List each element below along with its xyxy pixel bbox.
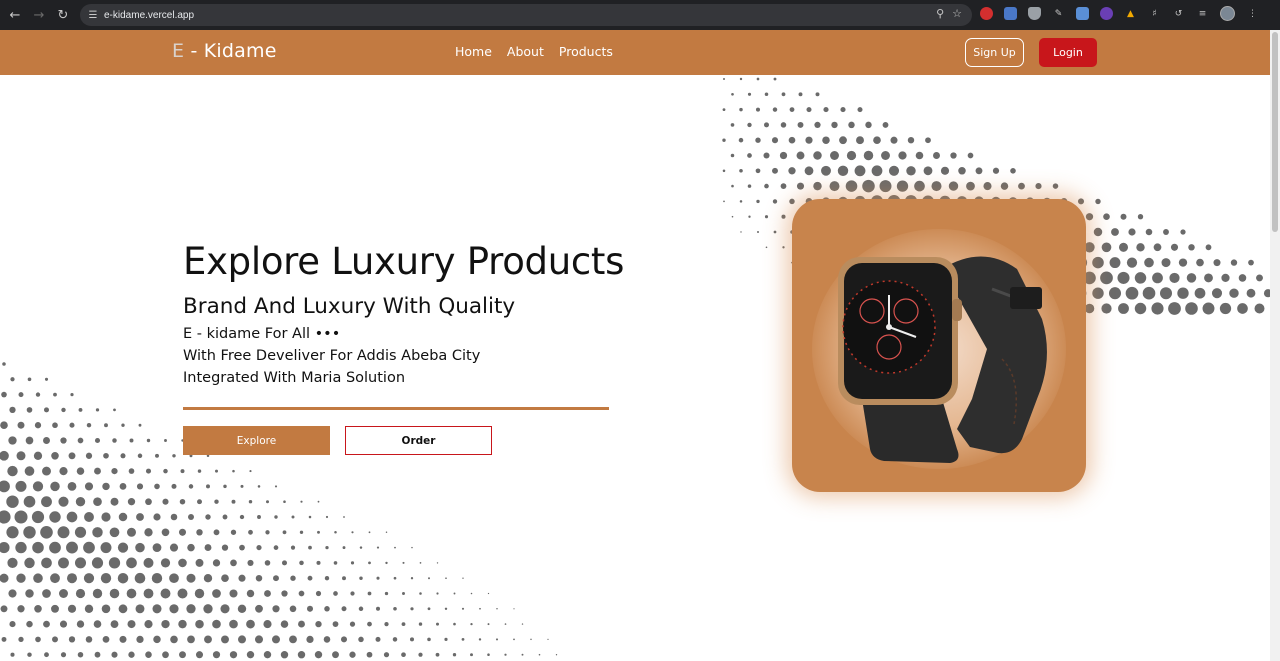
- extension-badge-icon[interactable]: [1100, 7, 1113, 20]
- main-menu: Home About Products: [455, 44, 613, 59]
- site-settings-icon[interactable]: ☰: [86, 8, 100, 22]
- browser-toolbar: ← → ↻ ☰ e-kidame.vercel.app ⚲ ☆ ✎ ▲ ♯ ↺ …: [0, 0, 1280, 30]
- zoom-icon[interactable]: ⚲: [936, 7, 944, 20]
- nav-about-link[interactable]: About: [507, 44, 544, 59]
- site-logo[interactable]: E - Kidame: [172, 40, 277, 62]
- reading-list-icon[interactable]: ≡: [1196, 7, 1209, 20]
- signup-button[interactable]: Sign Up: [965, 38, 1024, 67]
- extensions-tray: ✎ ▲ ♯ ↺ ≡ ⋮: [980, 6, 1259, 21]
- smartwatch-icon: [838, 256, 1047, 463]
- hero-subtitle: Brand And Luxury With Quality: [183, 294, 516, 319]
- extensions-puzzle-icon[interactable]: ♯: [1148, 7, 1161, 20]
- nav-products-link[interactable]: Products: [559, 44, 613, 59]
- extension-warning-icon[interactable]: ▲: [1124, 7, 1137, 20]
- hero-integration-text: Integrated With Maria Solution: [183, 370, 406, 386]
- extension-red-icon[interactable]: [980, 7, 993, 20]
- hero-tagline: E - kidame For All •••: [183, 326, 341, 342]
- page-scrollbar[interactable]: [1270, 30, 1280, 661]
- profile-avatar[interactable]: [1220, 6, 1235, 21]
- extension-image-icon[interactable]: [1076, 7, 1089, 20]
- bookmark-star-icon[interactable]: ☆: [952, 7, 962, 20]
- extension-pen-icon[interactable]: ✎: [1052, 7, 1065, 20]
- hero-title: Explore Luxury Products: [183, 240, 625, 283]
- browser-menu-icon[interactable]: ⋮: [1246, 7, 1259, 20]
- url-text: e-kidame.vercel.app: [104, 9, 195, 21]
- back-icon[interactable]: ←: [3, 3, 27, 27]
- scrollbar-thumb[interactable]: [1272, 32, 1278, 232]
- reload-icon[interactable]: ↻: [51, 3, 75, 27]
- login-button[interactable]: Login: [1039, 38, 1097, 67]
- address-bar[interactable]: ☰ e-kidame.vercel.app ⚲ ☆: [80, 4, 972, 26]
- extension-doc-icon[interactable]: [1004, 7, 1017, 20]
- halftone-pattern-bottom-left: [0, 362, 558, 659]
- explore-button[interactable]: Explore: [183, 426, 330, 455]
- hero-delivery-text: With Free Develiver For Addis Abeba City: [183, 348, 481, 364]
- order-button[interactable]: Order: [345, 426, 492, 455]
- logo-letter: E: [172, 40, 185, 62]
- hero-divider: [183, 407, 609, 410]
- sync-icon[interactable]: ↺: [1172, 7, 1185, 20]
- nav-home-link[interactable]: Home: [455, 44, 492, 59]
- product-image-card[interactable]: [792, 199, 1086, 492]
- extension-shield-icon[interactable]: [1028, 7, 1041, 20]
- logo-text: - Kidame: [184, 40, 277, 62]
- site-navbar: E - Kidame Home About Products Sign Up L…: [0, 30, 1270, 75]
- forward-icon[interactable]: →: [27, 3, 51, 27]
